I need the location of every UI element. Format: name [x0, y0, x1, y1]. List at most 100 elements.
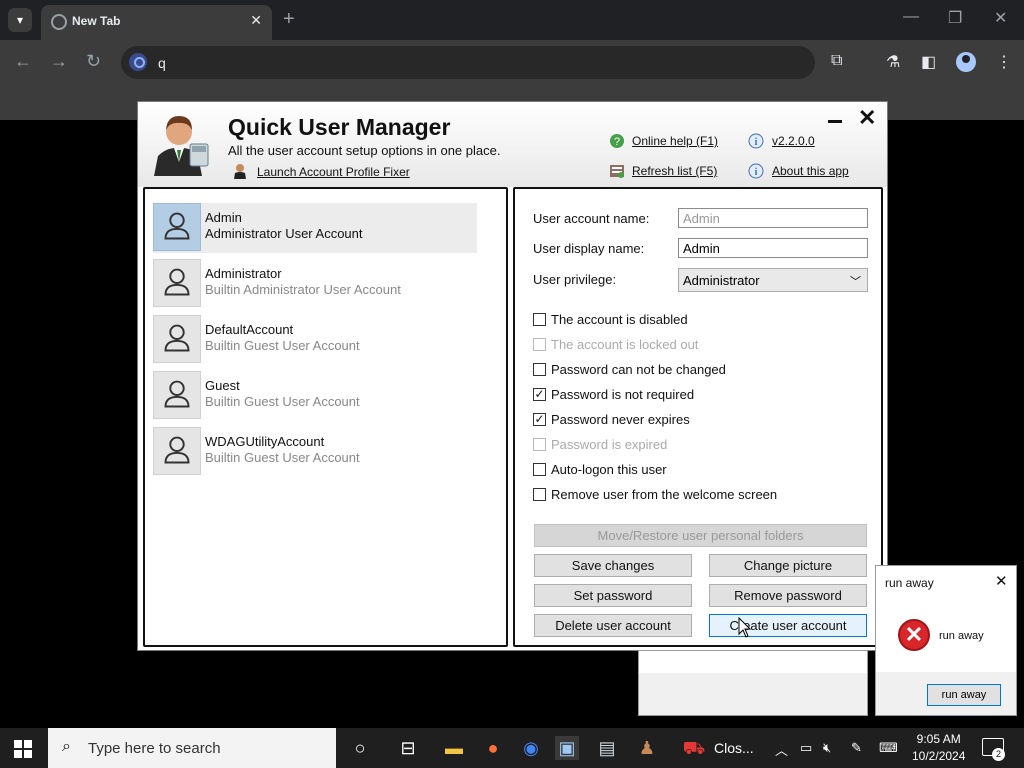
- checkbox-label: Password can not be changed: [551, 362, 726, 377]
- user-avatar: [153, 371, 201, 419]
- checkbox-box[interactable]: [533, 463, 546, 476]
- checkbox-label: Password is not required: [551, 387, 695, 402]
- account-name-input[interactable]: [678, 208, 868, 228]
- keyboard-icon[interactable]: ⌨: [879, 740, 898, 756]
- version-link[interactable]: v2.2.0.0: [772, 134, 815, 148]
- dialog-ok-button[interactable]: run away: [927, 684, 1001, 706]
- user-description: Administrator User Account: [205, 226, 363, 241]
- windows-start-icon[interactable]: [14, 740, 32, 758]
- app-subtitle: All the user account setup options in on…: [228, 143, 501, 158]
- user-name: Admin: [205, 210, 242, 225]
- cortana-icon[interactable]: ○: [348, 736, 372, 760]
- address-bar[interactable]: q: [121, 46, 815, 79]
- close-window-icon[interactable]: ✕: [994, 8, 1007, 28]
- remove-password-button[interactable]: Remove password: [709, 584, 867, 607]
- forward-icon[interactable]: →: [50, 51, 68, 72]
- run-away-dialog: run away ✕ ✕ run away run away: [875, 565, 1017, 716]
- user-avatar: [153, 203, 201, 251]
- extensions-icon[interactable]: ⧉: [831, 52, 842, 70]
- clock[interactable]: 9:05 AM 10/2/2024: [912, 731, 965, 765]
- minimize-icon[interactable]: —: [903, 8, 919, 26]
- restore-icon[interactable]: ❐: [948, 8, 962, 28]
- display-name-input[interactable]: [678, 238, 868, 258]
- network-icon[interactable]: ▭: [800, 740, 812, 756]
- version-info-icon: i: [748, 133, 764, 149]
- checkbox-box[interactable]: [533, 363, 546, 376]
- dialog-footer: run away: [876, 672, 1016, 715]
- delete-user-account-button[interactable]: Delete user account: [534, 614, 692, 637]
- new-tab-button[interactable]: +: [283, 8, 295, 31]
- dialog-close-icon[interactable]: ✕: [995, 572, 1008, 590]
- mouse-cursor-icon: [738, 617, 752, 638]
- launch-profile-fixer-link[interactable]: Launch Account Profile Fixer: [257, 165, 410, 179]
- account-name-label: User account name:: [533, 211, 650, 226]
- chevron-down-icon: ﹀: [850, 276, 861, 288]
- task-view-icon[interactable]: ⊟: [396, 736, 420, 760]
- closing-app-icon[interactable]: ⛟: [682, 736, 706, 760]
- checkmark-icon[interactable]: ✓: [533, 413, 546, 426]
- profile-avatar-icon[interactable]: [956, 52, 976, 72]
- user-list-item[interactable]: DefaultAccount Builtin Guest User Accoun…: [153, 315, 477, 365]
- save-changes-button[interactable]: Save changes: [534, 554, 692, 577]
- checkbox-label: Remove user from the welcome screen: [551, 487, 778, 502]
- svg-text:?: ?: [614, 136, 620, 148]
- refresh-list-link[interactable]: Refresh list (F5): [632, 164, 717, 178]
- create-user-account-button[interactable]: Create user account: [709, 614, 867, 637]
- search-icon: ⌕: [62, 738, 71, 755]
- user-list-item[interactable]: Guest Builtin Guest User Account: [153, 371, 477, 421]
- pen-icon[interactable]: ✎: [851, 740, 862, 756]
- user-list-item[interactable]: WDAGUtilityAccount Builtin Guest User Ac…: [153, 427, 477, 477]
- globe-icon: [51, 14, 67, 30]
- tray-chevron-up-icon[interactable]: ︿: [775, 740, 788, 759]
- checkbox-box[interactable]: [533, 488, 546, 501]
- firefox-icon[interactable]: ●: [481, 736, 505, 760]
- app-window-icon[interactable]: ▤: [595, 736, 619, 760]
- taskbar-search-box[interactable]: ⌕ Type here to search: [48, 728, 336, 768]
- user-list-item[interactable]: Administrator Builtin Administrator User…: [153, 259, 477, 309]
- display-name-label: User display name:: [533, 241, 645, 256]
- help-question-icon: ?: [610, 134, 624, 148]
- browser-toolbar: ← → ↻ q ⧉ ⚗ ◧ ⋮: [0, 40, 1024, 86]
- chrome-icon[interactable]: ◉: [519, 736, 543, 760]
- user-list-item[interactable]: Admin Administrator User Account: [153, 203, 477, 253]
- checkbox-box[interactable]: [533, 313, 546, 326]
- dialog-title: run away: [885, 576, 934, 590]
- checkbox-box: [533, 338, 546, 351]
- user-details-panel: User account name: User display name: Us…: [513, 187, 883, 647]
- change-picture-button[interactable]: Change picture: [709, 554, 867, 577]
- address-value: q: [158, 55, 166, 71]
- svg-text:i: i: [755, 167, 758, 178]
- taskbar-search-placeholder: Type here to search: [88, 740, 221, 757]
- checkbox-label: The account is disabled: [551, 312, 688, 327]
- privilege-select[interactable]: Administrator ﹀: [678, 268, 868, 292]
- user-avatar: [153, 315, 201, 363]
- user-avatar: [153, 427, 201, 475]
- closing-app-label[interactable]: Clos...: [714, 740, 754, 756]
- user-description: Builtin Guest User Account: [205, 394, 360, 409]
- app-close-icon[interactable]: ✕: [858, 105, 876, 131]
- file-explorer-icon[interactable]: ▬: [442, 736, 466, 760]
- checkbox-label: Auto-logon this user: [551, 462, 667, 477]
- checkmark-icon[interactable]: ✓: [533, 388, 546, 401]
- quick-user-manager-taskbar-icon[interactable]: ▣: [555, 736, 579, 760]
- about-link[interactable]: About this app: [772, 164, 849, 178]
- menu-dots-icon[interactable]: ⋮: [996, 52, 1012, 72]
- app-minimize-icon[interactable]: [828, 120, 842, 123]
- back-icon[interactable]: ←: [14, 51, 32, 72]
- privilege-label: User privilege:: [533, 272, 617, 287]
- svg-text:i: i: [755, 137, 758, 148]
- profile-fixer-taskbar-icon[interactable]: ♟: [635, 736, 659, 760]
- clock-date: 10/2/2024: [912, 749, 966, 763]
- privilege-value: Administrator: [683, 273, 760, 288]
- online-help-link[interactable]: Online help (F1): [632, 134, 718, 148]
- reload-icon[interactable]: ↻: [86, 51, 101, 72]
- tab-close-icon[interactable]: ✕: [250, 12, 262, 29]
- labs-flask-icon[interactable]: ⚗: [886, 52, 900, 72]
- background-window-content: [639, 651, 867, 673]
- tab-new-tab[interactable]: New Tab ✕: [41, 5, 272, 40]
- side-panel-icon[interactable]: ◧: [921, 52, 936, 72]
- user-silhouette-icon: [164, 436, 190, 464]
- set-password-button[interactable]: Set password: [534, 584, 692, 607]
- volume-muted-icon[interactable]: 🔇︎: [823, 740, 831, 756]
- tab-search-chevron-icon[interactable]: ▾: [8, 8, 32, 32]
